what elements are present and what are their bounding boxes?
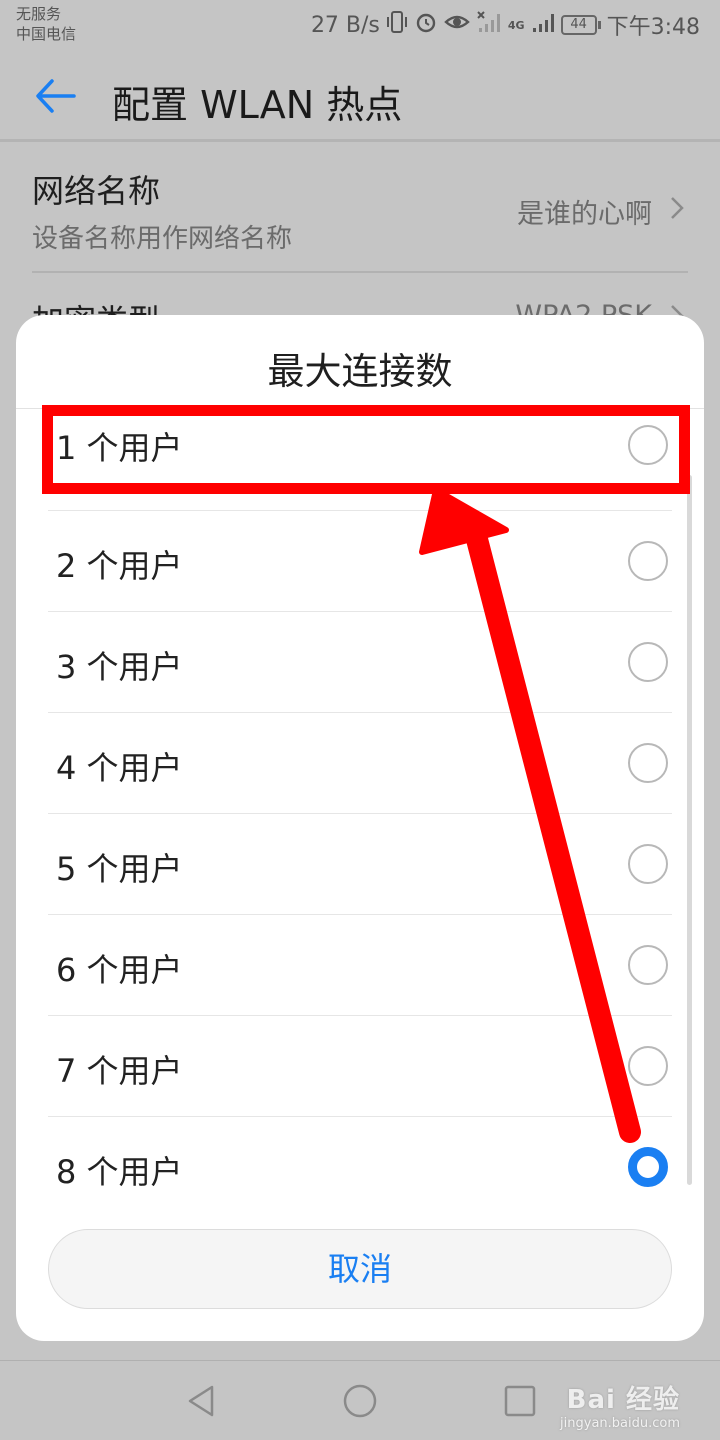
eye-comfort-icon <box>444 12 470 38</box>
home-circle-icon[interactable] <box>342 1383 378 1419</box>
annotation-highlight-box <box>42 405 690 494</box>
net-speed: 27 B/s <box>310 12 380 38</box>
chevron-right-icon <box>670 196 684 220</box>
option-label: 6 个用户 <box>56 951 183 989</box>
radio-button[interactable] <box>628 844 668 884</box>
network-type: 4G <box>507 18 525 32</box>
battery-icon: 44 <box>560 15 601 35</box>
dialog-title: 最大连接数 <box>267 350 453 393</box>
option-4-users[interactable]: 4 个用户 <box>48 713 672 814</box>
option-7-users[interactable]: 7 个用户 <box>48 1016 672 1117</box>
carrier-line-1: 无服务 <box>16 5 62 23</box>
page-title: 配置 WLAN 热点 <box>112 83 403 127</box>
option-label: 8 个用户 <box>56 1153 183 1191</box>
radio-button[interactable] <box>628 743 668 783</box>
recents-square-icon[interactable] <box>502 1383 538 1419</box>
vibrate-icon <box>386 10 408 40</box>
carrier-info: 无服务 中国电信 <box>16 4 76 44</box>
option-6-users[interactable]: 6 个用户 <box>48 915 672 1016</box>
radio-button[interactable] <box>628 1046 668 1086</box>
battery-tip <box>597 21 601 29</box>
status-icons: 27 B/s 4G 44 下午3:48 <box>311 10 700 40</box>
option-8-users[interactable]: 8 个用户 <box>48 1117 672 1218</box>
app-header: 配置 WLAN 热点 <box>0 50 720 142</box>
radio-button[interactable] <box>628 541 668 581</box>
radio-button[interactable] <box>628 642 668 682</box>
baidu-jingyan-watermark: Bai 经验 jingyan.baidu.com <box>560 1379 680 1431</box>
cancel-button[interactable]: 取消 <box>48 1229 672 1309</box>
watermark-brand: Bai 经验 <box>566 1385 680 1415</box>
signal-icon <box>531 10 555 40</box>
battery-level: 44 <box>560 15 597 35</box>
radio-button[interactable] <box>628 945 668 985</box>
navigation-bar: Bai 经验 jingyan.baidu.com <box>0 1360 720 1440</box>
setting-value: 是谁的心啊 <box>517 199 652 230</box>
option-2-users[interactable]: 2 个用户 <box>48 511 672 612</box>
option-label: 7 个用户 <box>56 1052 183 1090</box>
back-triangle-icon[interactable] <box>184 1383 220 1419</box>
options-list: 1 个用户 2 个用户 3 个用户 4 个用户 5 个用户 6 个用户 7 个用… <box>48 421 672 1218</box>
alarm-icon <box>414 10 438 40</box>
status-bar: 无服务 中国电信 27 B/s 4G 44 下午3:48 <box>0 0 720 50</box>
arrow-left-icon[interactable] <box>34 78 76 114</box>
option-label: 4 个用户 <box>56 749 183 787</box>
option-label: 2 个用户 <box>56 547 183 585</box>
option-label: 3 个用户 <box>56 648 183 686</box>
wifi-off-icon <box>476 10 502 40</box>
option-label: 5 个用户 <box>56 850 183 888</box>
setting-network-name[interactable]: 网络名称 设备名称用作网络名称 是谁的心啊 <box>32 166 688 258</box>
watermark-url: jingyan.baidu.com <box>560 1416 680 1431</box>
divider <box>32 271 688 273</box>
radio-button-selected[interactable] <box>628 1147 668 1187</box>
scrollbar[interactable] <box>687 475 692 1185</box>
option-5-users[interactable]: 5 个用户 <box>48 814 672 915</box>
clock: 下午3:48 <box>606 15 700 40</box>
option-3-users[interactable]: 3 个用户 <box>48 612 672 713</box>
carrier-line-2: 中国电信 <box>16 25 77 43</box>
